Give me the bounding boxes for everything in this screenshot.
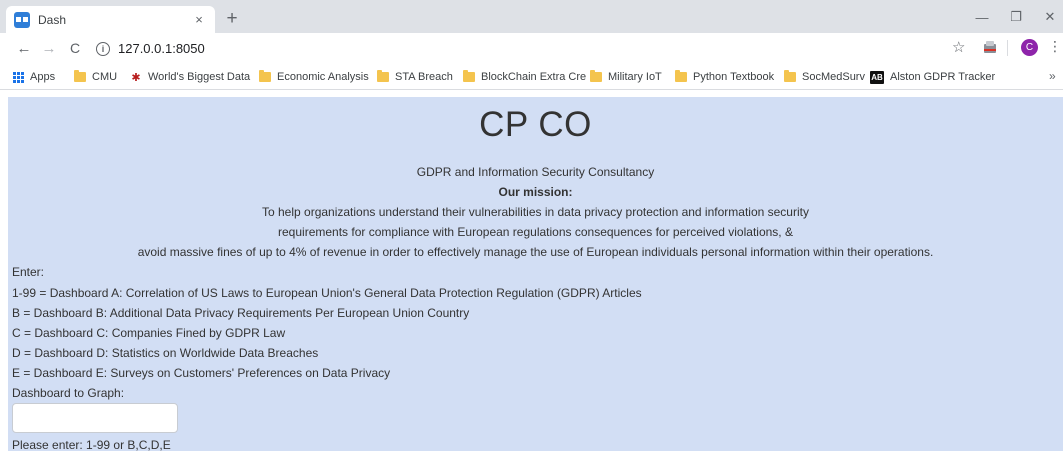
folder-icon <box>675 70 687 82</box>
folder-icon <box>74 70 86 82</box>
forward-button[interactable]: → <box>38 37 60 59</box>
bookmark-label: CMU <box>92 71 118 83</box>
dashboard-to-graph-input[interactable] <box>12 403 178 433</box>
address-toolbar: ← → C i 127.0.0.1:8050 <box>0 33 1063 64</box>
folder-icon <box>590 70 602 82</box>
ab-badge-icon: AB <box>870 70 884 84</box>
enter-label: Enter: <box>12 265 45 279</box>
new-tab-button[interactable]: + <box>222 8 242 29</box>
bookmark-sta-breach[interactable]: STA Breach <box>377 69 453 85</box>
folder-icon <box>463 70 475 82</box>
folder-icon <box>259 70 271 82</box>
bookmark-apps[interactable]: Apps <box>13 69 55 85</box>
apps-grid-icon <box>13 71 24 83</box>
extension-icon[interactable] <box>983 40 997 54</box>
bookmark-socmedsurv[interactable]: SocMedSurv <box>784 69 865 85</box>
back-button[interactable]: ← <box>13 37 35 59</box>
folder-icon <box>784 70 796 82</box>
bookmark-worlds-biggest-data[interactable]: ✱ World's Biggest Data <box>130 69 250 85</box>
folder-icon <box>377 70 389 82</box>
bookmark-label: Economic Analysis <box>277 71 369 83</box>
browser-tab-dash[interactable]: Dash × <box>6 6 215 33</box>
input-hint: Please enter: 1-99 or B,C,D,E <box>12 438 171 451</box>
bookmark-military-iot[interactable]: Military IoT <box>590 69 662 85</box>
bookmark-label: STA Breach <box>395 71 453 83</box>
bookmark-python-textbook[interactable]: Python Textbook <box>675 69 774 85</box>
dash-app-page: CP CO GDPR and Information Security Cons… <box>8 97 1063 451</box>
bookmark-label: Python Textbook <box>693 71 775 83</box>
reload-button[interactable]: C <box>64 37 86 59</box>
close-window-button[interactable]: ✕ <box>1030 6 1063 28</box>
tab-title: Dash <box>38 12 67 27</box>
bookmark-blockchain-extra-cre[interactable]: BlockChain Extra Cre <box>463 69 586 85</box>
dashboard-option: C = Dashboard C: Companies Fined by GDPR… <box>12 326 286 340</box>
mission-heading: Our mission: <box>498 185 573 199</box>
tab-close-icon[interactable]: × <box>191 12 207 28</box>
bookmark-economic-analysis[interactable]: Economic Analysis <box>259 69 369 85</box>
page-title: CP CO <box>479 105 592 144</box>
bookmark-label: Alston GDPR Tracker <box>890 71 996 83</box>
profile-avatar[interactable]: C <box>1021 39 1038 56</box>
bookmark-star-icon[interactable]: ☆ <box>952 38 965 56</box>
bookmark-label: World's Biggest Data <box>148 71 251 83</box>
browser-menu-icon[interactable]: ⋮ <box>1048 38 1062 55</box>
bookmark-label: Apps <box>30 71 56 83</box>
bookmark-cmu[interactable]: CMU <box>74 69 117 85</box>
dashboard-option: D = Dashboard D: Statistics on Worldwide… <box>12 346 319 360</box>
dash-favicon-icon <box>14 11 30 28</box>
bug-icon: ✱ <box>131 71 141 84</box>
bookmark-label: Military IoT <box>608 71 662 83</box>
bookmark-label: SocMedSurv <box>802 71 865 83</box>
bookmark-alston-gdpr-tracker[interactable]: AB Alston GDPR Tracker <box>870 69 995 85</box>
bookmark-label: BlockChain Extra Cre <box>481 71 587 83</box>
tab-strip: Dash × + — ❐ ✕ <box>0 0 1063 33</box>
site-info-icon[interactable]: i <box>96 41 110 56</box>
dashboard-option: E = Dashboard E: Surveys on Customers' P… <box>12 366 391 380</box>
tagline: GDPR and Information Security Consultanc… <box>416 165 655 179</box>
address-bar[interactable]: i 127.0.0.1:8050 <box>96 37 974 60</box>
toolbar-separator <box>1007 40 1008 56</box>
bookmarks-bar: Apps CMU ✱ World's Biggest Data Economic… <box>0 64 1063 90</box>
bookmarks-overflow-icon[interactable]: » <box>1049 69 1056 83</box>
mission-line: requirements for compliance with Europea… <box>278 225 793 239</box>
url-text: 127.0.0.1:8050 <box>118 41 205 56</box>
mission-line: To help organizations understand their v… <box>262 205 809 219</box>
mission-line: avoid massive fines of up to 4% of reven… <box>137 245 934 259</box>
dashboard-option: B = Dashboard B: Additional Data Privacy… <box>12 306 470 320</box>
dashboard-input-label: Dashboard to Graph: <box>12 386 125 400</box>
dashboard-option: 1-99 = Dashboard A: Correlation of US La… <box>12 286 642 300</box>
